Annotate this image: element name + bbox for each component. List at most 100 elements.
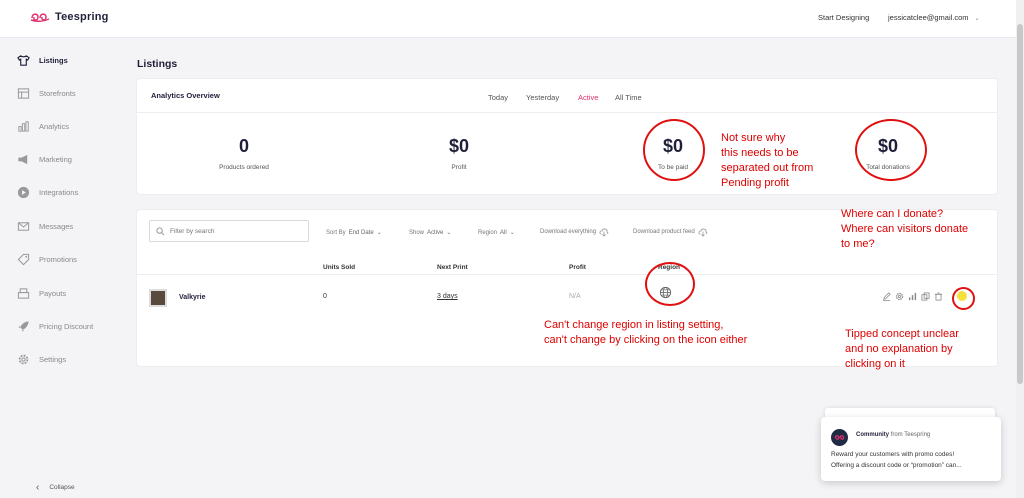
scrollbar[interactable]: [1016, 0, 1024, 498]
column-next-print[interactable]: Next Print: [437, 264, 468, 271]
show-label: Show: [409, 229, 425, 236]
tab-yesterday[interactable]: Yesterday: [526, 93, 559, 102]
popup-message-line: Reward your customers with promo codes!: [831, 451, 955, 458]
tag-icon: [17, 253, 30, 265]
download-feed-label: Download product feed: [633, 229, 695, 235]
teespring-logo[interactable]: Teespring: [30, 11, 109, 23]
tab-today[interactable]: Today: [488, 93, 508, 102]
gear-icon: [18, 354, 29, 364]
region-value: All: [500, 229, 507, 236]
region-label: Region: [478, 229, 498, 236]
annotation-circle-donations: [855, 119, 927, 181]
trash-icon[interactable]: [934, 292, 943, 301]
scrollbar-thumb[interactable]: [1017, 24, 1023, 384]
chevron-down-icon: ⌄: [446, 230, 452, 236]
sidebar-item-label: Marketing: [39, 154, 72, 164]
stats-icon[interactable]: [908, 292, 917, 301]
popup-source: Community from Teespring: [856, 432, 930, 438]
sidebar-item-promotions[interactable]: Promotions: [17, 251, 77, 267]
tab-all-time[interactable]: All Time: [615, 93, 642, 102]
popup-message: Reward your customers with promo codes! …: [831, 449, 996, 471]
annotation-tipped: Tipped concept unclear and no explanatio…: [845, 327, 959, 372]
profit-value: N/A: [569, 293, 581, 300]
analytics-header: Analytics Overview Today Yesterday Activ…: [137, 79, 997, 113]
chevron-left-icon: ‹: [36, 482, 40, 493]
edit-icon[interactable]: [882, 292, 891, 301]
annotation-line: and no explanation by: [845, 343, 953, 355]
column-units-sold[interactable]: Units Sold: [323, 264, 355, 271]
annotation-circle-to-be-paid: [643, 119, 705, 181]
annotation-line: this needs to be: [721, 147, 799, 159]
chevron-down-icon: ⌄: [509, 230, 515, 236]
sidebar-item-storefronts[interactable]: Storefronts: [17, 85, 76, 101]
brand-name: Teespring: [55, 11, 109, 23]
sidebar-item-label: Integrations: [39, 187, 79, 197]
search-icon: [156, 226, 165, 235]
profit-value: $0: [448, 136, 470, 156]
annotation-line: Can't change region in listing setting,: [544, 319, 724, 331]
shirt-icon: [17, 54, 30, 66]
download-everything-label: Download everything: [540, 229, 597, 235]
annotation-line: Pending profit: [721, 177, 789, 189]
search-field[interactable]: [149, 220, 309, 242]
register-icon: [17, 287, 30, 299]
gear-icon[interactable]: [895, 292, 904, 301]
teespring-avatar-icon: [831, 429, 848, 446]
sidebar-item-settings[interactable]: Settings: [17, 351, 66, 367]
sidebar-item-label: Messages: [39, 221, 74, 231]
column-profit[interactable]: Profit: [569, 264, 586, 271]
product-name[interactable]: Valkyrie: [179, 294, 205, 301]
annotation-line: Not sure why: [721, 132, 786, 144]
user-menu[interactable]: jessicatclee@gmail.com ⌄: [888, 13, 980, 22]
sidebar-item-label: Settings: [39, 354, 67, 364]
rocket-icon: [18, 320, 29, 332]
product-thumbnail[interactable]: [149, 289, 167, 307]
sidebar-item-label: Storefronts: [39, 88, 76, 98]
page-title: Listings: [137, 58, 178, 70]
storefront-icon: [17, 87, 30, 99]
annotation-line: clicking on it: [845, 358, 905, 370]
sidebar-item-listings[interactable]: Listings: [17, 52, 68, 68]
download-product-feed-button[interactable]: Download product feed: [633, 227, 708, 237]
next-print-value[interactable]: 3 days: [437, 293, 458, 300]
units-sold-value: 0: [323, 293, 327, 300]
sidebar-item-integrations[interactable]: Integrations: [17, 184, 78, 200]
sidebar-item-messages[interactable]: Messages: [17, 218, 73, 234]
sidebar-item-label: Analytics: [39, 121, 70, 131]
annotation-line: Where can visitors donate: [841, 223, 969, 235]
cloud-download-icon: [698, 228, 708, 237]
cloud-download-icon: [599, 228, 609, 237]
analytics-title: Analytics Overview: [151, 91, 220, 100]
chevron-down-icon: ⌄: [376, 230, 382, 236]
megaphone-icon: [18, 154, 28, 164]
search-input[interactable]: [170, 227, 300, 235]
download-everything-button[interactable]: Download everything: [540, 227, 609, 237]
sidebar-item-analytics[interactable]: Analytics: [17, 118, 69, 134]
sort-dropdown[interactable]: Sort By End Date ⌄: [326, 229, 382, 237]
tab-active[interactable]: Active: [578, 93, 598, 102]
envelope-icon: [17, 221, 30, 231]
region-dropdown[interactable]: Region All ⌄: [478, 229, 515, 237]
sidebar-item-label: Pricing Discount: [39, 321, 94, 331]
duplicate-icon[interactable]: [921, 292, 930, 301]
popup-from-label: from Teespring: [890, 432, 931, 438]
popup-source-name: Community: [856, 432, 889, 438]
sidebar-item-pricing-discount[interactable]: Pricing Discount: [17, 318, 93, 334]
collapse-sidebar-button[interactable]: ‹ Collapse: [36, 482, 75, 493]
user-email: jessicatclee@gmail.com: [888, 13, 969, 22]
collapse-label: Collapse: [49, 484, 75, 491]
show-dropdown[interactable]: Show Active ⌄: [409, 229, 452, 237]
annotation-region: Can't change region in listing setting, …: [544, 318, 747, 348]
start-designing-link[interactable]: Start Designing: [818, 13, 869, 22]
sidebar: Listings Storefronts Analytics Marketing…: [0, 38, 118, 498]
sidebar-item-marketing[interactable]: Marketing: [17, 151, 72, 167]
bar-chart-icon: [18, 120, 29, 132]
annotation-line: Tipped concept unclear: [845, 328, 959, 340]
sidebar-item-payouts[interactable]: Payouts: [17, 285, 66, 301]
popup-message-line: Offering a discount code or “promotion” …: [831, 462, 962, 469]
annotation-line: separated out from: [721, 162, 814, 174]
header-divider: [137, 274, 997, 275]
sidebar-item-label: Listings: [39, 55, 68, 65]
community-popup[interactable]: Community from Teespring Reward your cus…: [821, 417, 1001, 481]
top-bar: Teespring Start Designing jessicatclee@g…: [0, 0, 1016, 38]
